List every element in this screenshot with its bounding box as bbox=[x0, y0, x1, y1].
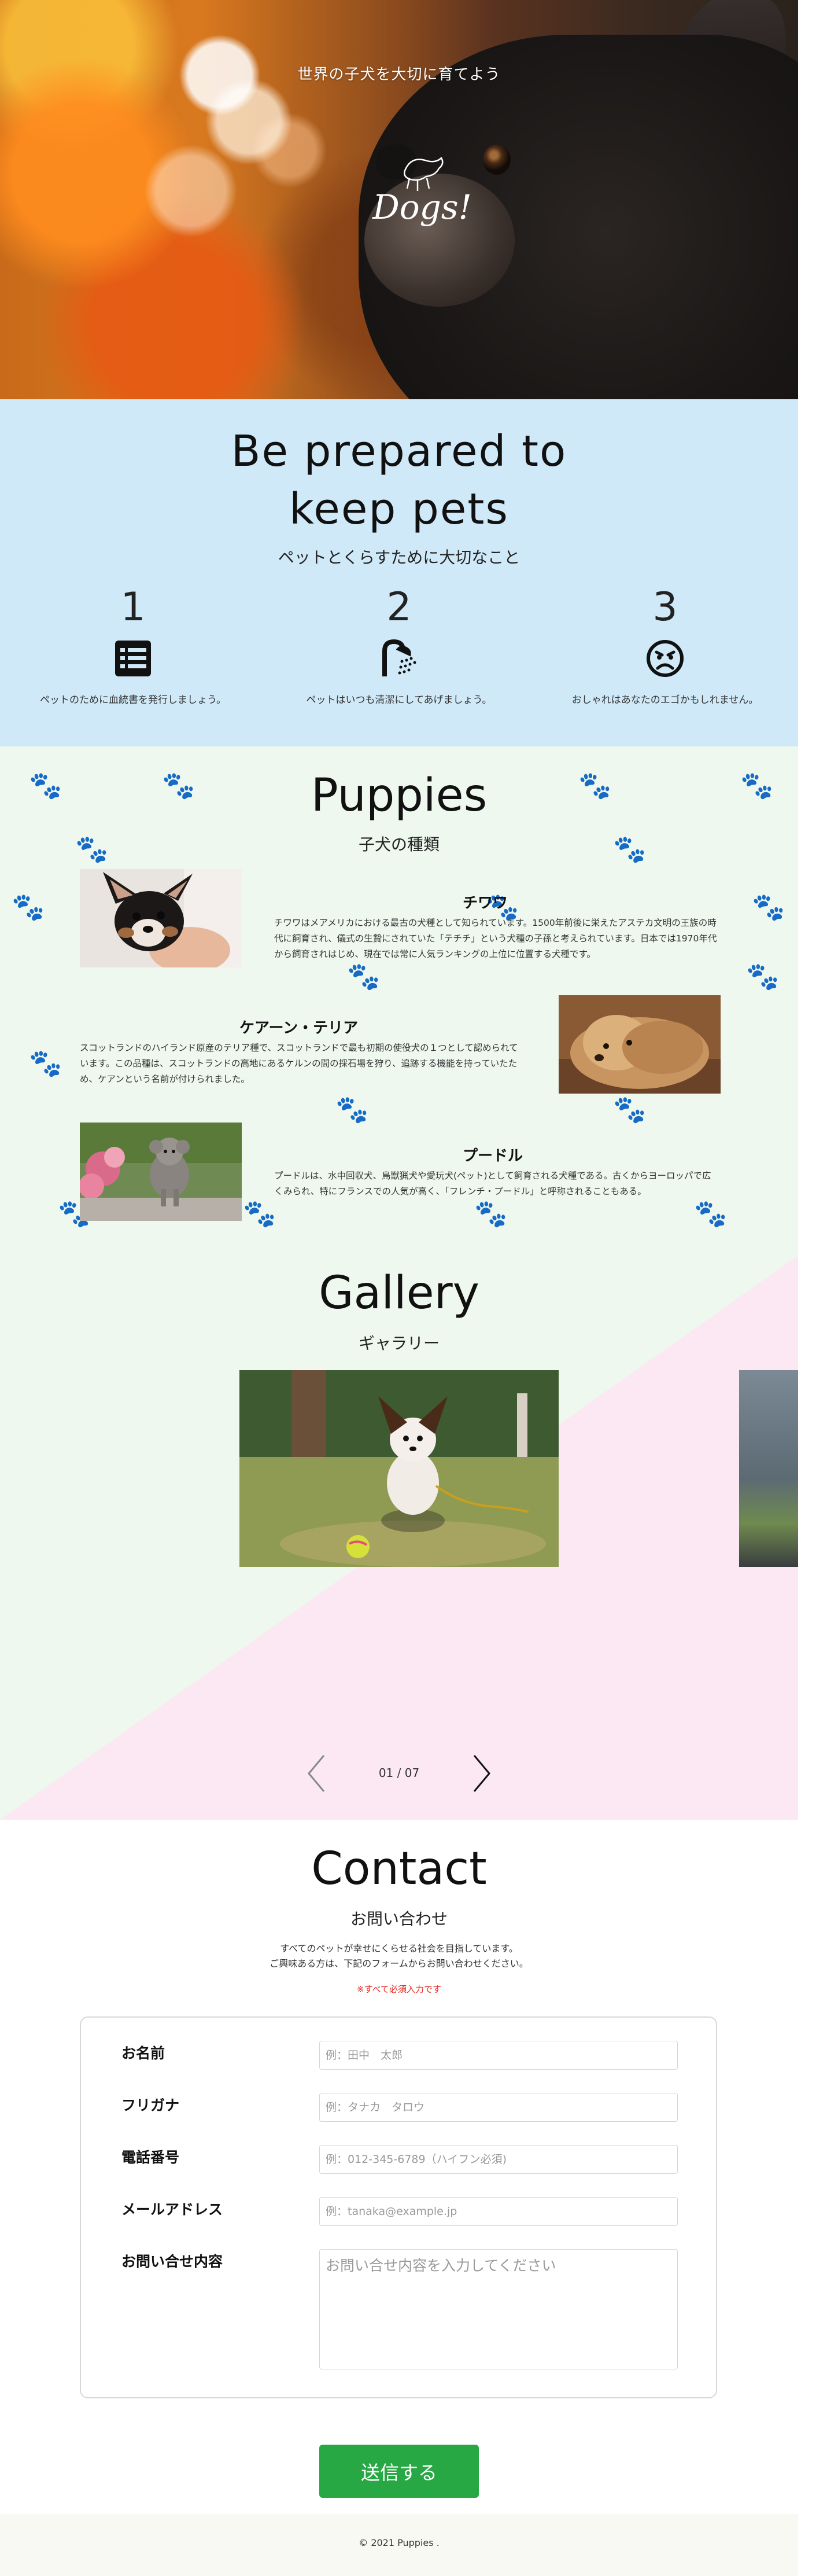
prepared-section: Be prepared to keep pets ペットとくらすために大切なこと… bbox=[0, 399, 798, 746]
message-field[interactable] bbox=[319, 2249, 678, 2369]
email-field[interactable] bbox=[319, 2197, 678, 2226]
puppies-subtitle: 子犬の種類 bbox=[358, 835, 440, 854]
furigana-label: フリガナ bbox=[121, 2097, 180, 2114]
step-text: ペットはいつも清潔にしてあげましょう。 bbox=[306, 694, 492, 706]
gallery-subtitle: ギャラリー bbox=[358, 1334, 440, 1353]
dogs-logo[interactable]: Dogs! bbox=[364, 145, 480, 243]
chihuahua-photo bbox=[80, 869, 242, 967]
step-number: 3 bbox=[652, 584, 678, 630]
email-label: メールアドレス bbox=[121, 2201, 223, 2218]
breed-name: ケアーン・テリア bbox=[239, 1020, 359, 1037]
gallery-section: Gallery ギャラリー 01 / 07 bbox=[0, 1256, 798, 1820]
paw-icon: 🐾 bbox=[474, 1198, 508, 1229]
list-icon bbox=[115, 641, 151, 676]
paw-icon: 🐾 bbox=[746, 961, 780, 992]
puppies-section: 🐾 🐾 🐾 🐾 🐾 🐾 🐾 🐾 🐾 🐾 🐾 🐾 🐾 🐾 🐾 🐾 🐾 🐾 Pupp… bbox=[0, 746, 798, 1256]
logo-text: Dogs! bbox=[372, 187, 472, 227]
prepared-title: Be prepared to keep pets bbox=[0, 422, 798, 538]
contact-subtitle: お問い合わせ bbox=[350, 1909, 448, 1929]
copyright-text: © 2021 Puppies . bbox=[359, 2537, 440, 2548]
step-number: 2 bbox=[386, 584, 412, 630]
paw-icon: 🐾 bbox=[12, 891, 45, 922]
step-text: おしゃれはあなたのエゴかもしれません。 bbox=[571, 694, 759, 706]
dog-eye bbox=[483, 145, 511, 175]
required-note: ※すべて必須入力です bbox=[357, 1984, 441, 1994]
page: 世界の子犬を大切に育てよう Dogs! Be prepared to keep … bbox=[0, 0, 798, 2576]
phone-field[interactable] bbox=[319, 2145, 678, 2174]
paw-icon: 🐾 bbox=[335, 1094, 369, 1125]
contact-intro: すべてのペットが幸せにくらせる社会を目指しています。 ご興味ある方は、下記のフォ… bbox=[0, 1941, 798, 1971]
hero-section: 世界の子犬を大切に育てよう Dogs! bbox=[0, 0, 798, 399]
breed-description: スコットランドのハイランド原産のテリア種で、スコットランドで最も初期の使役犬の１… bbox=[80, 1043, 518, 1084]
name-field[interactable] bbox=[319, 2041, 678, 2070]
furigana-field[interactable] bbox=[319, 2093, 678, 2122]
prepared-title-line1: Be prepared to bbox=[231, 426, 567, 476]
breed-description: プードルは、水中回収犬、鳥獣猟犬や愛玩犬(ペット)として飼育される犬種である。古… bbox=[274, 1171, 711, 1197]
intro-line: すべてのペットが幸せにくらせる社会を目指しています。 bbox=[280, 1943, 518, 1954]
paw-icon: 🐾 bbox=[752, 891, 785, 922]
intro-line: ご興味ある方は、下記のフォームからお問い合わせください。 bbox=[270, 1958, 529, 1969]
cairn-terrier-photo bbox=[559, 995, 721, 1094]
sad-face-icon bbox=[647, 640, 684, 677]
step-1: 1 ペットのために血統書を発行しましょう。 bbox=[0, 584, 266, 706]
contact-form: お名前 フリガナ 電話番号 メールアドレス お問い合せ内容 bbox=[80, 2016, 717, 2398]
step-3: 3 おしゃれはあなたのエゴかもしれません。 bbox=[532, 584, 798, 706]
chevron-right-icon[interactable] bbox=[471, 1753, 494, 1794]
breed-name: プードル bbox=[463, 1147, 523, 1165]
paw-icon: 🐾 bbox=[694, 1198, 728, 1229]
gallery-pager: 01 / 07 bbox=[378, 1766, 420, 1780]
shower-icon bbox=[382, 639, 416, 676]
name-label: お名前 bbox=[121, 2045, 165, 2062]
gallery-slide-current[interactable] bbox=[239, 1370, 559, 1567]
paw-icon: 🐾 bbox=[243, 1198, 276, 1229]
gallery-slide-next[interactable] bbox=[739, 1370, 798, 1567]
step-number: 1 bbox=[120, 584, 146, 630]
footer: © 2021 Puppies . bbox=[0, 2514, 798, 2576]
prepared-title-line2: keep pets bbox=[289, 484, 509, 534]
contact-section: Contact お問い合わせ すべてのペットが幸せにくらせる社会を目指しています… bbox=[0, 1820, 798, 2514]
paw-icon: 🐾 bbox=[347, 961, 381, 992]
contact-title: Contact bbox=[311, 1843, 487, 1895]
prepared-subtitle: ペットとくらすために大切なこと bbox=[278, 548, 520, 567]
breed-name: チワワ bbox=[463, 895, 508, 912]
message-label: お問い合せ内容 bbox=[121, 2253, 223, 2270]
chevron-left-icon[interactable] bbox=[304, 1753, 327, 1794]
puppies-title: Puppies bbox=[311, 770, 488, 822]
step-text: ペットのために血統書を発行しましょう。 bbox=[40, 694, 226, 706]
poodle-photo bbox=[80, 1123, 242, 1221]
paw-icon: 🐾 bbox=[613, 1094, 647, 1125]
phone-label: 電話番号 bbox=[121, 2149, 180, 2166]
dog-silhouette-icon bbox=[404, 156, 444, 191]
step-2: 2 ペットはいつも清潔にしてあげましょう。 bbox=[266, 584, 532, 706]
breed-description: チワワはメアメリカにおける最古の犬種として知られています。1500年前後に栄えた… bbox=[274, 918, 717, 959]
paw-icon: 🐾 bbox=[29, 1047, 62, 1079]
gallery-title: Gallery bbox=[319, 1267, 479, 1319]
submit-button[interactable]: 送信する bbox=[319, 2445, 479, 2498]
hero-tagline: 世界の子犬を大切に育てよう bbox=[297, 66, 501, 83]
